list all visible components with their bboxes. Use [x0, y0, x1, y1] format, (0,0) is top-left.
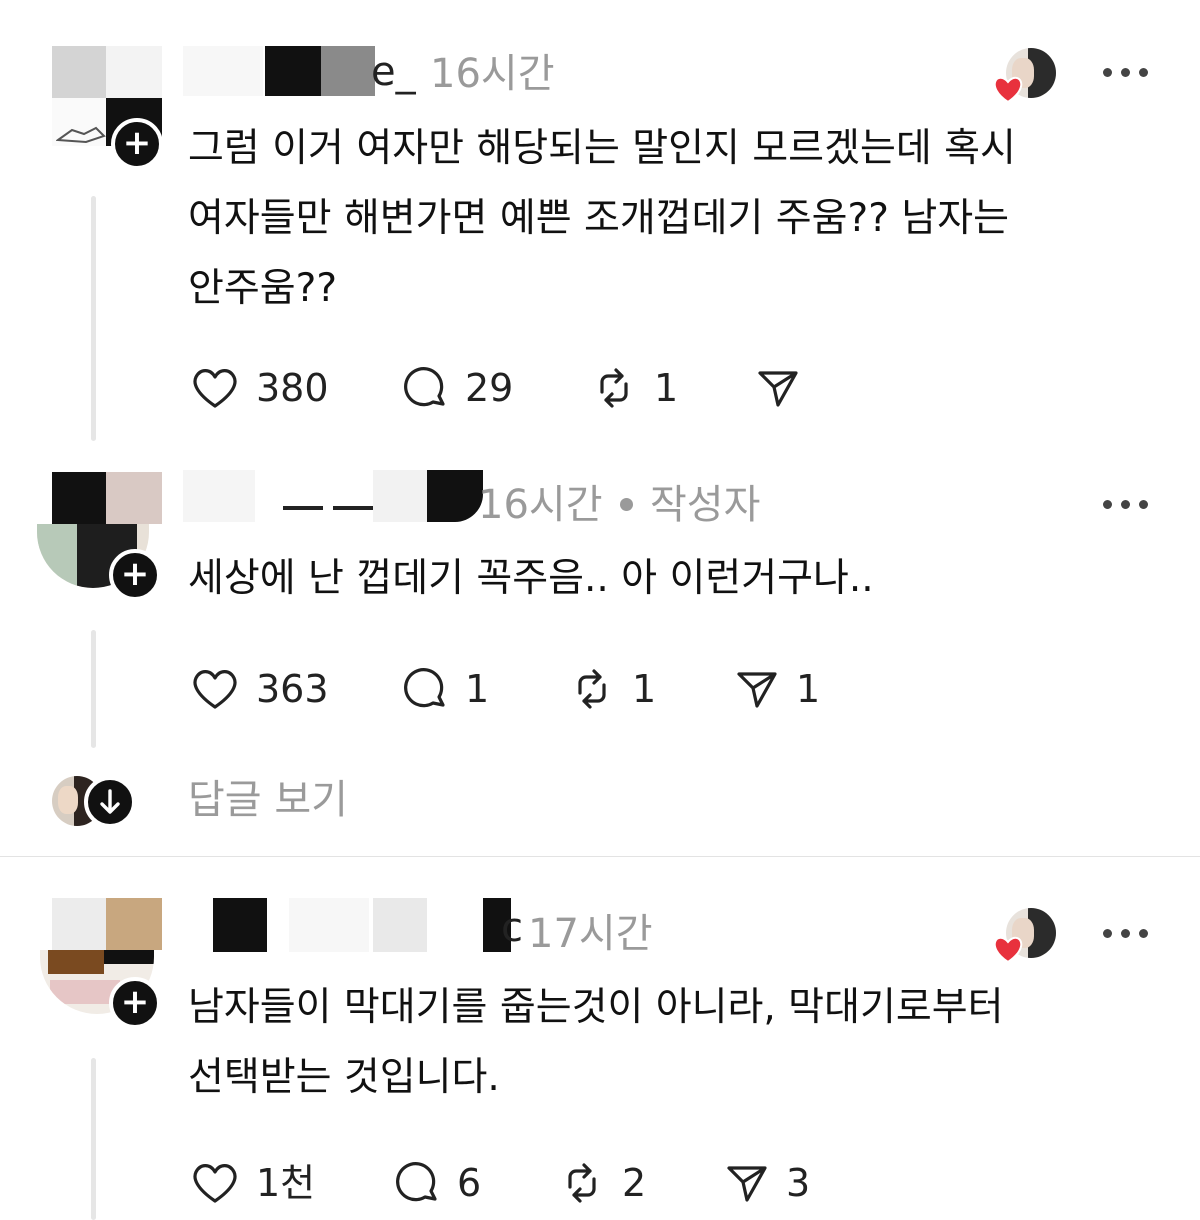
- post-text-line: 여자들만 해변가면 예쁜 조개껍데기 주움?? 남자는: [188, 196, 1009, 241]
- reply-button[interactable]: 6: [395, 1158, 481, 1208]
- repost-icon: [568, 1163, 596, 1203]
- repost-count: 1: [654, 366, 679, 410]
- comment-icon: [404, 668, 445, 708]
- liked-by-avatar: [992, 46, 1058, 106]
- post-divider: [0, 856, 1200, 857]
- more-icon[interactable]: [1103, 68, 1148, 77]
- like-count: 363: [256, 667, 329, 711]
- repost-button[interactable]: 1: [570, 664, 656, 714]
- share-count: 3: [786, 1161, 811, 1205]
- like-button[interactable]: 363: [192, 664, 329, 714]
- liked-heart-icon: [993, 76, 1023, 104]
- send-icon: [727, 1166, 767, 1202]
- thread-line: [91, 196, 96, 441]
- post-text-line: 세상에 난 껍데기 꼭주음.. 아 이런거구나..: [188, 556, 874, 601]
- post-text-line: 안주움??: [188, 266, 338, 311]
- post-text-line: 남자들이 막대기를 줍는것이 아니라, 막대기로부터: [188, 985, 1004, 1030]
- username[interactable]: e_: [183, 46, 433, 98]
- dot-separator: [620, 498, 633, 511]
- repost-button[interactable]: 1: [592, 363, 678, 413]
- reply-count: 6: [457, 1161, 482, 1205]
- thread-line: [91, 630, 96, 748]
- thread-line: [91, 1058, 96, 1220]
- view-replies-row[interactable]: 답글 보기: [50, 772, 450, 832]
- share-button[interactable]: 1: [736, 664, 820, 714]
- more-icon[interactable]: [1103, 500, 1148, 509]
- repost-count: 1: [632, 667, 657, 711]
- reply-count: 1: [465, 667, 490, 711]
- liked-heart-icon: [993, 936, 1023, 964]
- share-button[interactable]: [757, 363, 799, 413]
- view-replies-label[interactable]: 답글 보기: [188, 780, 348, 820]
- post-text-line: 선택받는 것입니다.: [188, 1055, 500, 1100]
- timestamp: 16시간: [430, 51, 555, 97]
- like-button[interactable]: 380: [192, 363, 329, 413]
- repost-icon: [600, 368, 628, 408]
- like-button[interactable]: 1천: [192, 1158, 315, 1208]
- username[interactable]: c: [183, 898, 533, 954]
- repost-button[interactable]: 2: [560, 1158, 646, 1208]
- reply-count: 29: [465, 366, 514, 410]
- follow-plus-icon[interactable]: +: [111, 118, 163, 170]
- username[interactable]: [183, 470, 483, 526]
- send-icon: [758, 371, 798, 407]
- send-icon: [737, 672, 777, 708]
- like-count: 380: [256, 366, 329, 410]
- author-badge: 작성자: [650, 482, 761, 528]
- heart-icon: [193, 1164, 237, 1203]
- heart-icon: [193, 369, 237, 408]
- follow-plus-icon[interactable]: +: [109, 549, 161, 601]
- share-button[interactable]: 3: [726, 1158, 810, 1208]
- share-count: 1: [796, 667, 821, 711]
- like-count: 1천: [256, 1161, 316, 1205]
- arrow-down-icon: [84, 776, 136, 828]
- post-text-line: 그럼 이거 여자만 해당되는 말인지 모르겠는데 혹시: [188, 126, 1016, 171]
- heart-icon: [193, 670, 237, 709]
- comment-icon: [396, 1162, 437, 1202]
- liked-by-avatar: [992, 906, 1058, 966]
- comment-icon: [404, 367, 445, 407]
- follow-plus-icon[interactable]: +: [109, 977, 161, 1029]
- reply-button[interactable]: 1: [403, 664, 489, 714]
- repost-icon: [578, 669, 606, 709]
- reply-button[interactable]: 29: [403, 363, 513, 413]
- timestamp: 16시간: [478, 482, 603, 528]
- repost-count: 2: [622, 1161, 647, 1205]
- more-icon[interactable]: [1103, 929, 1148, 938]
- timestamp: 17시간: [528, 911, 653, 957]
